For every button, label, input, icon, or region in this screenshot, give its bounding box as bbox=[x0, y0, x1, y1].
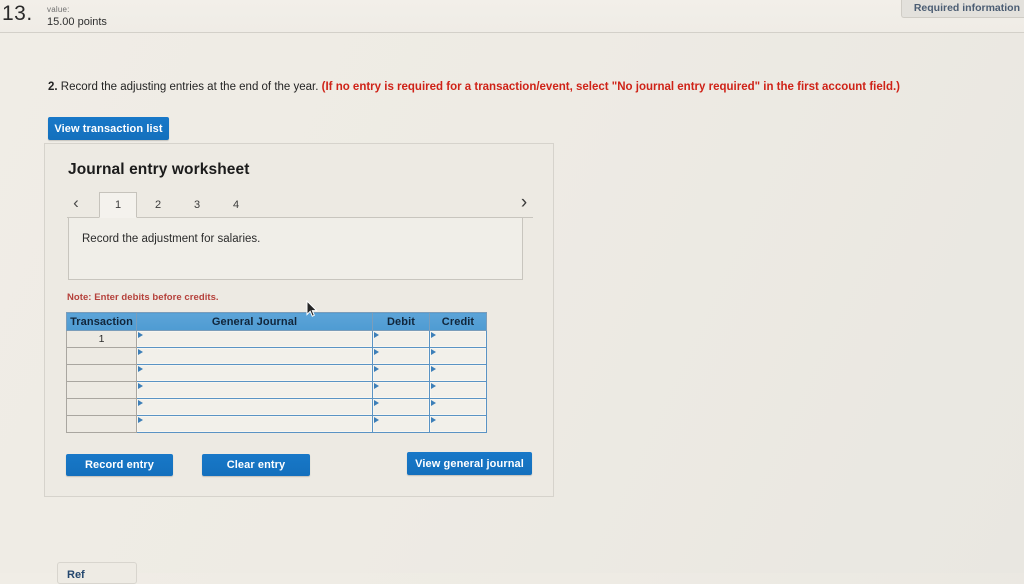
column-header-general-journal: General Journal bbox=[136, 312, 373, 331]
cell-transaction bbox=[66, 364, 137, 382]
question-prompt-text: Record the adjusting entries at the end … bbox=[60, 81, 319, 93]
cell-general-journal-select[interactable] bbox=[136, 398, 373, 416]
chevron-right-icon[interactable]: › bbox=[515, 190, 533, 216]
view-transaction-list-button[interactable]: View transaction list bbox=[48, 117, 169, 140]
worksheet-instruction-text: Record the adjustment for salaries. bbox=[82, 233, 261, 245]
record-entry-button[interactable]: Record entry bbox=[66, 454, 173, 476]
cell-general-journal-select[interactable] bbox=[136, 330, 373, 348]
cell-debit-input[interactable] bbox=[372, 381, 430, 399]
question-prompt-red-note: (If no entry is required for a transacti… bbox=[321, 81, 900, 93]
table-row bbox=[66, 347, 487, 365]
cell-transaction bbox=[66, 398, 137, 416]
question-value-block: value: 15.00 points bbox=[47, 5, 107, 30]
cell-debit-input[interactable] bbox=[372, 415, 430, 433]
chevron-left-icon[interactable]: ‹ bbox=[67, 190, 85, 216]
worksheet-tab-strip: ‹ 1 2 3 4 › bbox=[67, 190, 533, 218]
debits-before-credits-note: Note: Enter debits before credits. bbox=[67, 292, 219, 303]
clear-entry-button[interactable]: Clear entry bbox=[202, 454, 310, 476]
bottom-partial-button[interactable]: Ref bbox=[57, 562, 137, 584]
cell-credit-input[interactable] bbox=[429, 364, 487, 382]
cell-general-journal-select[interactable] bbox=[136, 364, 373, 382]
table-row bbox=[66, 415, 487, 433]
worksheet-title: Journal entry worksheet bbox=[68, 161, 250, 178]
required-information-tab[interactable]: Required information bbox=[900, 0, 1024, 18]
cell-transaction: 1 bbox=[66, 330, 137, 348]
table-row bbox=[66, 398, 487, 416]
view-general-journal-button[interactable]: View general journal bbox=[407, 452, 532, 475]
cell-transaction bbox=[66, 381, 137, 399]
cell-credit-input[interactable] bbox=[429, 415, 487, 433]
cell-debit-input[interactable] bbox=[372, 347, 430, 365]
cell-credit-input[interactable] bbox=[429, 347, 487, 365]
bottom-partial-button-label: Ref bbox=[67, 569, 85, 581]
cell-credit-input[interactable] bbox=[429, 381, 487, 399]
worksheet-tab-4[interactable]: 4 bbox=[225, 192, 247, 218]
value-label: value: bbox=[47, 5, 70, 14]
points-value: 15.00 points bbox=[47, 16, 107, 28]
question-prompt-number: 2. bbox=[48, 81, 58, 93]
question-number: 13. bbox=[2, 2, 33, 25]
worksheet-tab-2[interactable]: 2 bbox=[147, 192, 169, 218]
cell-debit-input[interactable] bbox=[372, 364, 430, 382]
cell-credit-input[interactable] bbox=[429, 330, 487, 348]
worksheet-tab-3[interactable]: 3 bbox=[186, 192, 208, 218]
cell-general-journal-select[interactable] bbox=[136, 381, 373, 399]
column-header-credit: Credit bbox=[429, 312, 487, 331]
question-prompt: 2. Record the adjusting entries at the e… bbox=[48, 81, 900, 93]
cell-general-journal-select[interactable] bbox=[136, 415, 373, 433]
question-header-bar: 13. value: 15.00 points Required informa… bbox=[0, 0, 1024, 33]
cell-credit-input[interactable] bbox=[429, 398, 487, 416]
column-header-debit: Debit bbox=[372, 312, 430, 331]
table-row: 1 bbox=[66, 330, 487, 348]
cell-debit-input[interactable] bbox=[372, 330, 430, 348]
table-row bbox=[66, 381, 487, 399]
worksheet-tab-1[interactable]: 1 bbox=[99, 192, 137, 218]
column-header-transaction: Transaction bbox=[66, 312, 137, 331]
cell-transaction bbox=[66, 415, 137, 433]
journal-entry-table: Transaction General Journal Debit Credit… bbox=[66, 312, 487, 433]
journal-entry-worksheet-panel: Journal entry worksheet ‹ 1 2 3 4 › Reco… bbox=[44, 143, 554, 497]
cell-transaction bbox=[66, 347, 137, 365]
cell-general-journal-select[interactable] bbox=[136, 347, 373, 365]
table-row bbox=[66, 364, 487, 382]
worksheet-instruction-box: Record the adjustment for salaries. bbox=[68, 218, 523, 280]
table-header-row: Transaction General Journal Debit Credit bbox=[66, 312, 487, 331]
cell-debit-input[interactable] bbox=[372, 398, 430, 416]
